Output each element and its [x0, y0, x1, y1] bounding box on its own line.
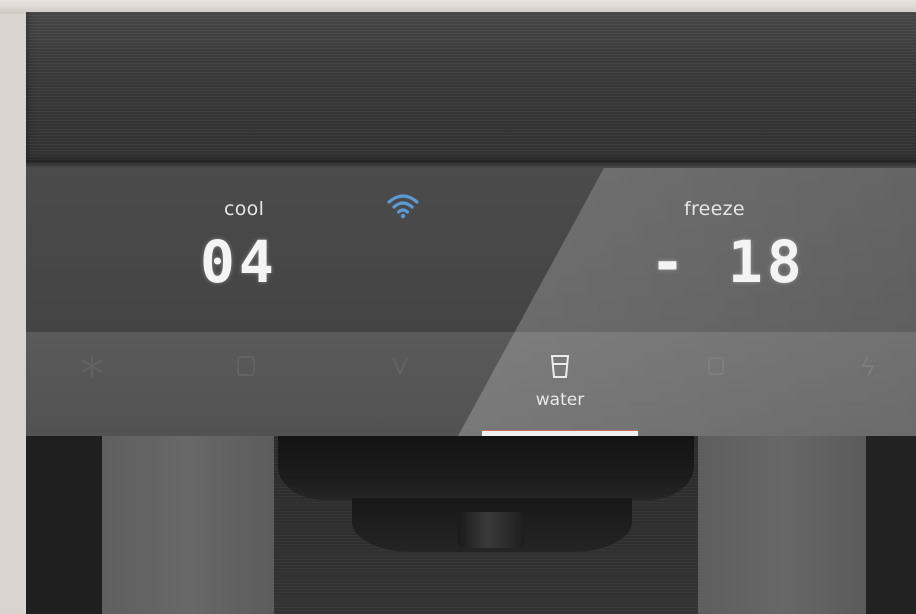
water-button[interactable]: water	[500, 340, 620, 426]
brushed-steel-panel	[26, 12, 916, 166]
right-pillar	[698, 436, 866, 614]
ice-icon	[237, 356, 255, 376]
water-glass-icon	[550, 355, 570, 378]
right-door-edge	[866, 436, 916, 614]
snowflake-button[interactable]	[32, 340, 152, 426]
ice-button[interactable]	[186, 340, 306, 426]
freeze-temperature[interactable]: - 18	[650, 228, 806, 296]
cool-temperature[interactable]: 04	[200, 228, 278, 296]
cool-label: cool	[224, 198, 265, 220]
fridge-front: cool 04 freeze - 18 water	[0, 0, 916, 614]
crushed-ice-button[interactable]	[340, 340, 460, 426]
water-nozzle	[458, 512, 524, 548]
crushed-ice-icon	[392, 356, 408, 377]
wifi-icon	[387, 194, 419, 219]
dispenser-housing	[278, 436, 694, 500]
light-icon	[861, 355, 875, 377]
light-button[interactable]	[808, 340, 916, 426]
water-button-label: water	[535, 390, 585, 410]
snowflake-icon	[81, 355, 103, 377]
lock-icon	[708, 357, 724, 375]
lock-button[interactable]	[656, 340, 776, 426]
freeze-label: freeze	[684, 198, 745, 220]
left-door-edge	[26, 436, 102, 614]
left-pillar	[102, 436, 274, 614]
